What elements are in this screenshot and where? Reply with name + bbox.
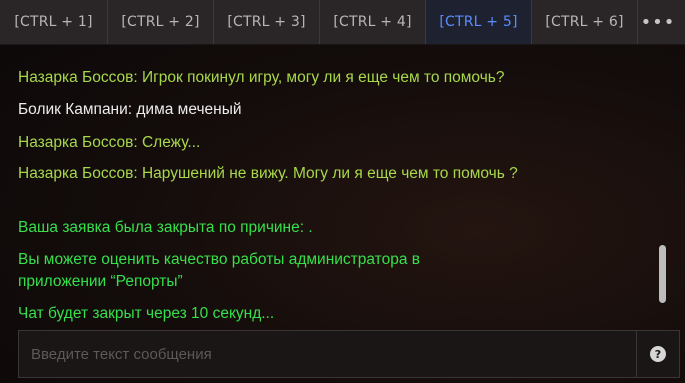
chat-window: [CTRL + 1] [CTRL + 2] [CTRL + 3] [CTRL +… [0,0,685,383]
message-input[interactable] [19,330,636,378]
chat-message: Назарка Боссов: Игрок покинул игру, могу… [18,69,505,86]
chat-message: Ваша заявка была закрыта по причине: . [18,219,313,236]
chat-log: Назарка Боссов: Игрок покинул игру, могу… [0,44,655,330]
tab-ctrl-6[interactable]: [CTRL + 6] [532,0,638,44]
tab-ctrl-4[interactable]: [CTRL + 4] [320,0,426,44]
chat-message: Вы можете оценить качество работы админи… [18,251,421,290]
tab-ctrl-5[interactable]: [CTRL + 5] [426,0,532,44]
chat-scrollbar-thumb[interactable] [659,245,666,303]
question-icon: ? [650,346,666,362]
tab-ctrl-3[interactable]: [CTRL + 3] [214,0,320,44]
tab-ctrl-1[interactable]: [CTRL + 1] [0,0,108,44]
tab-bar: [CTRL + 1] [CTRL + 2] [CTRL + 3] [CTRL +… [0,0,685,45]
message-input-bar: ? [18,330,680,378]
cut-off-line [18,44,218,50]
chat-message: Чат будет закрыт через 10 секунд... [18,305,275,322]
chat-message: Назарка Боссов: Нарушений не вижу. Могу … [18,165,518,182]
chat-message: Назарка Боссов: Слежу... [18,134,201,151]
tab-ctrl-2[interactable]: [CTRL + 2] [108,0,214,44]
more-tabs-button[interactable]: ••• [638,0,678,44]
chat-message: Болик Кампани: дима меченый [18,101,242,118]
help-button[interactable]: ? [636,331,679,377]
